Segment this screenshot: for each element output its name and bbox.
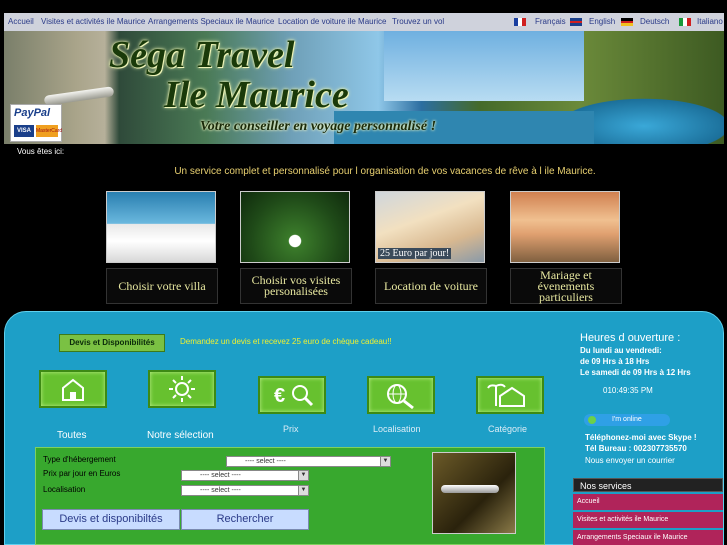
- villa-image[interactable]: [106, 191, 216, 263]
- chevron-down-icon: ▼: [298, 471, 308, 480]
- lang-francais[interactable]: Français: [535, 17, 566, 26]
- type-select[interactable]: ---- select ---- ▼: [226, 456, 391, 467]
- category-selection-button[interactable]: [148, 370, 216, 408]
- localisation-label: Localisation: [43, 485, 86, 494]
- localisation-select-value: ---- select ----: [200, 487, 241, 494]
- location-caption[interactable]: Location de voiture: [375, 268, 487, 304]
- svg-text:€: €: [274, 385, 285, 407]
- category-toutes-button[interactable]: [39, 370, 107, 408]
- service-item-visites[interactable]: Visites et activités ile Maurice: [573, 512, 723, 528]
- door-handle-shape: [441, 485, 499, 493]
- top-navigation: Accueil Visites et activités ile Maurice…: [4, 13, 724, 31]
- skype-contact: Téléphonez-moi avec Skype ! Tél Bureau :…: [585, 432, 697, 454]
- villa-caption[interactable]: Choisir votre villa: [106, 268, 218, 304]
- french-flag-icon[interactable]: [514, 18, 526, 26]
- door-handle-image: [43, 86, 115, 106]
- service-item-arrangements[interactable]: Arrangements Speciaux ile Maurice: [573, 530, 723, 545]
- nav-arrangements[interactable]: Arrangements Speciaux ile Maurice: [148, 17, 274, 26]
- type-label: Type d'hébergement: [43, 455, 116, 464]
- service-item-accueil[interactable]: Accueil: [573, 494, 723, 510]
- category-categorie-label[interactable]: Catégorie: [488, 424, 527, 434]
- skype-online-icon: [588, 416, 596, 424]
- skype-status-text: I'm online: [612, 416, 642, 423]
- site-title-line2: Ile Maurice: [164, 74, 349, 116]
- skype-status-button[interactable]: I'm online: [584, 414, 670, 426]
- devis-disponibilites-form-button[interactable]: Devis et disponibiltés: [42, 509, 180, 530]
- door-handle-photo: [432, 452, 516, 534]
- visites-caption[interactable]: Choisir vos visites personalisées: [240, 268, 352, 304]
- devis-disponibilites-button[interactable]: Devis et Disponibilités: [59, 334, 165, 352]
- type-select-value: ---- select ----: [245, 458, 286, 465]
- mastercard-icon: MasterCard: [36, 125, 62, 137]
- lang-italiano[interactable]: Italiano: [697, 17, 723, 26]
- tagline: Un service complet et personnalisé pour …: [174, 166, 596, 177]
- clock: 010:49:35 PM: [603, 386, 653, 395]
- nav-location-voiture[interactable]: Location de voiture ile Maurice: [278, 17, 387, 26]
- category-toutes-label[interactable]: Toutes: [57, 430, 86, 441]
- chevron-down-icon: ▼: [380, 457, 390, 466]
- palm-house-icon: [487, 383, 525, 407]
- opening-hours: Heures d ouverture : Du lundi au vendred…: [580, 332, 725, 377]
- hours-title: Heures d ouverture :: [580, 332, 681, 344]
- devis-promo-message: Demandez un devis et recevez 25 euro de …: [180, 337, 392, 346]
- euro-search-icon: €: [274, 385, 314, 407]
- category-selection-label[interactable]: Notre sélection: [147, 430, 214, 441]
- german-flag-icon[interactable]: [621, 18, 633, 26]
- lang-deutsch[interactable]: Deutsch: [640, 17, 669, 26]
- prix-label: Prix par jour en Euros: [43, 469, 121, 478]
- mariage-image[interactable]: [510, 191, 620, 263]
- prix-select-value: ---- select ----: [200, 472, 241, 479]
- services-title: Nos services: [573, 478, 723, 492]
- mariage-caption[interactable]: Mariage et évenements particuliers: [510, 268, 622, 304]
- category-prix-button[interactable]: €: [258, 376, 326, 414]
- send-mail-link[interactable]: Nous envoyer un courrier: [585, 456, 675, 465]
- hours-line2: de 09 Hrs à 18 Hrs: [580, 357, 650, 366]
- house-icon: [62, 378, 84, 401]
- hours-line1: Du lundi au vendredi:: [580, 346, 662, 355]
- category-prix-label[interactable]: Prix: [283, 424, 299, 434]
- uk-flag-icon[interactable]: [570, 18, 582, 26]
- lang-english[interactable]: English: [589, 17, 615, 26]
- visa-card-icon: VISA: [14, 125, 34, 137]
- localisation-select[interactable]: ---- select ---- ▼: [181, 485, 309, 496]
- prix-select[interactable]: ---- select ---- ▼: [181, 470, 309, 481]
- breadcrumb: Vous êtes ici:: [17, 147, 65, 156]
- location-overlay-text: 25 Euro par jour!: [378, 248, 452, 259]
- site-slogan: Votre conseiller en voyage personnalisé …: [200, 119, 437, 134]
- chevron-down-icon: ▼: [298, 486, 308, 495]
- globe-search-icon: [387, 384, 414, 410]
- nav-accueil[interactable]: Accueil: [8, 17, 34, 26]
- header-banner: Séga Travel Ile Maurice Votre conseiller…: [4, 31, 724, 144]
- rechercher-button[interactable]: Rechercher: [181, 509, 309, 530]
- site-title-line1: Séga Travel: [109, 34, 295, 76]
- paypal-text: PayPal: [14, 107, 51, 119]
- services-menu: Nos services Accueil Visites et activité…: [573, 478, 723, 545]
- office-phone: Tél Bureau : 002307735570: [585, 444, 687, 453]
- nav-trouvez-vol[interactable]: Trouvez un vol: [392, 17, 444, 26]
- banner-sky: [384, 31, 584, 101]
- category-categorie-button[interactable]: [476, 376, 544, 414]
- hours-line3: Le samedi de 09 Hrs à 12 Hrs: [580, 368, 691, 377]
- visites-image[interactable]: [240, 191, 350, 263]
- paypal-logo[interactable]: PayPal VISA MasterCard: [10, 104, 62, 142]
- nav-visites[interactable]: Visites et activités ile Maurice: [41, 17, 145, 26]
- category-localisation-label[interactable]: Localisation: [373, 424, 421, 434]
- skype-call-text: Téléphonez-moi avec Skype !: [585, 433, 697, 442]
- location-image[interactable]: 25 Euro par jour!: [375, 191, 485, 263]
- italian-flag-icon[interactable]: [679, 18, 691, 26]
- sun-icon: [169, 376, 195, 402]
- category-localisation-button[interactable]: [367, 376, 435, 414]
